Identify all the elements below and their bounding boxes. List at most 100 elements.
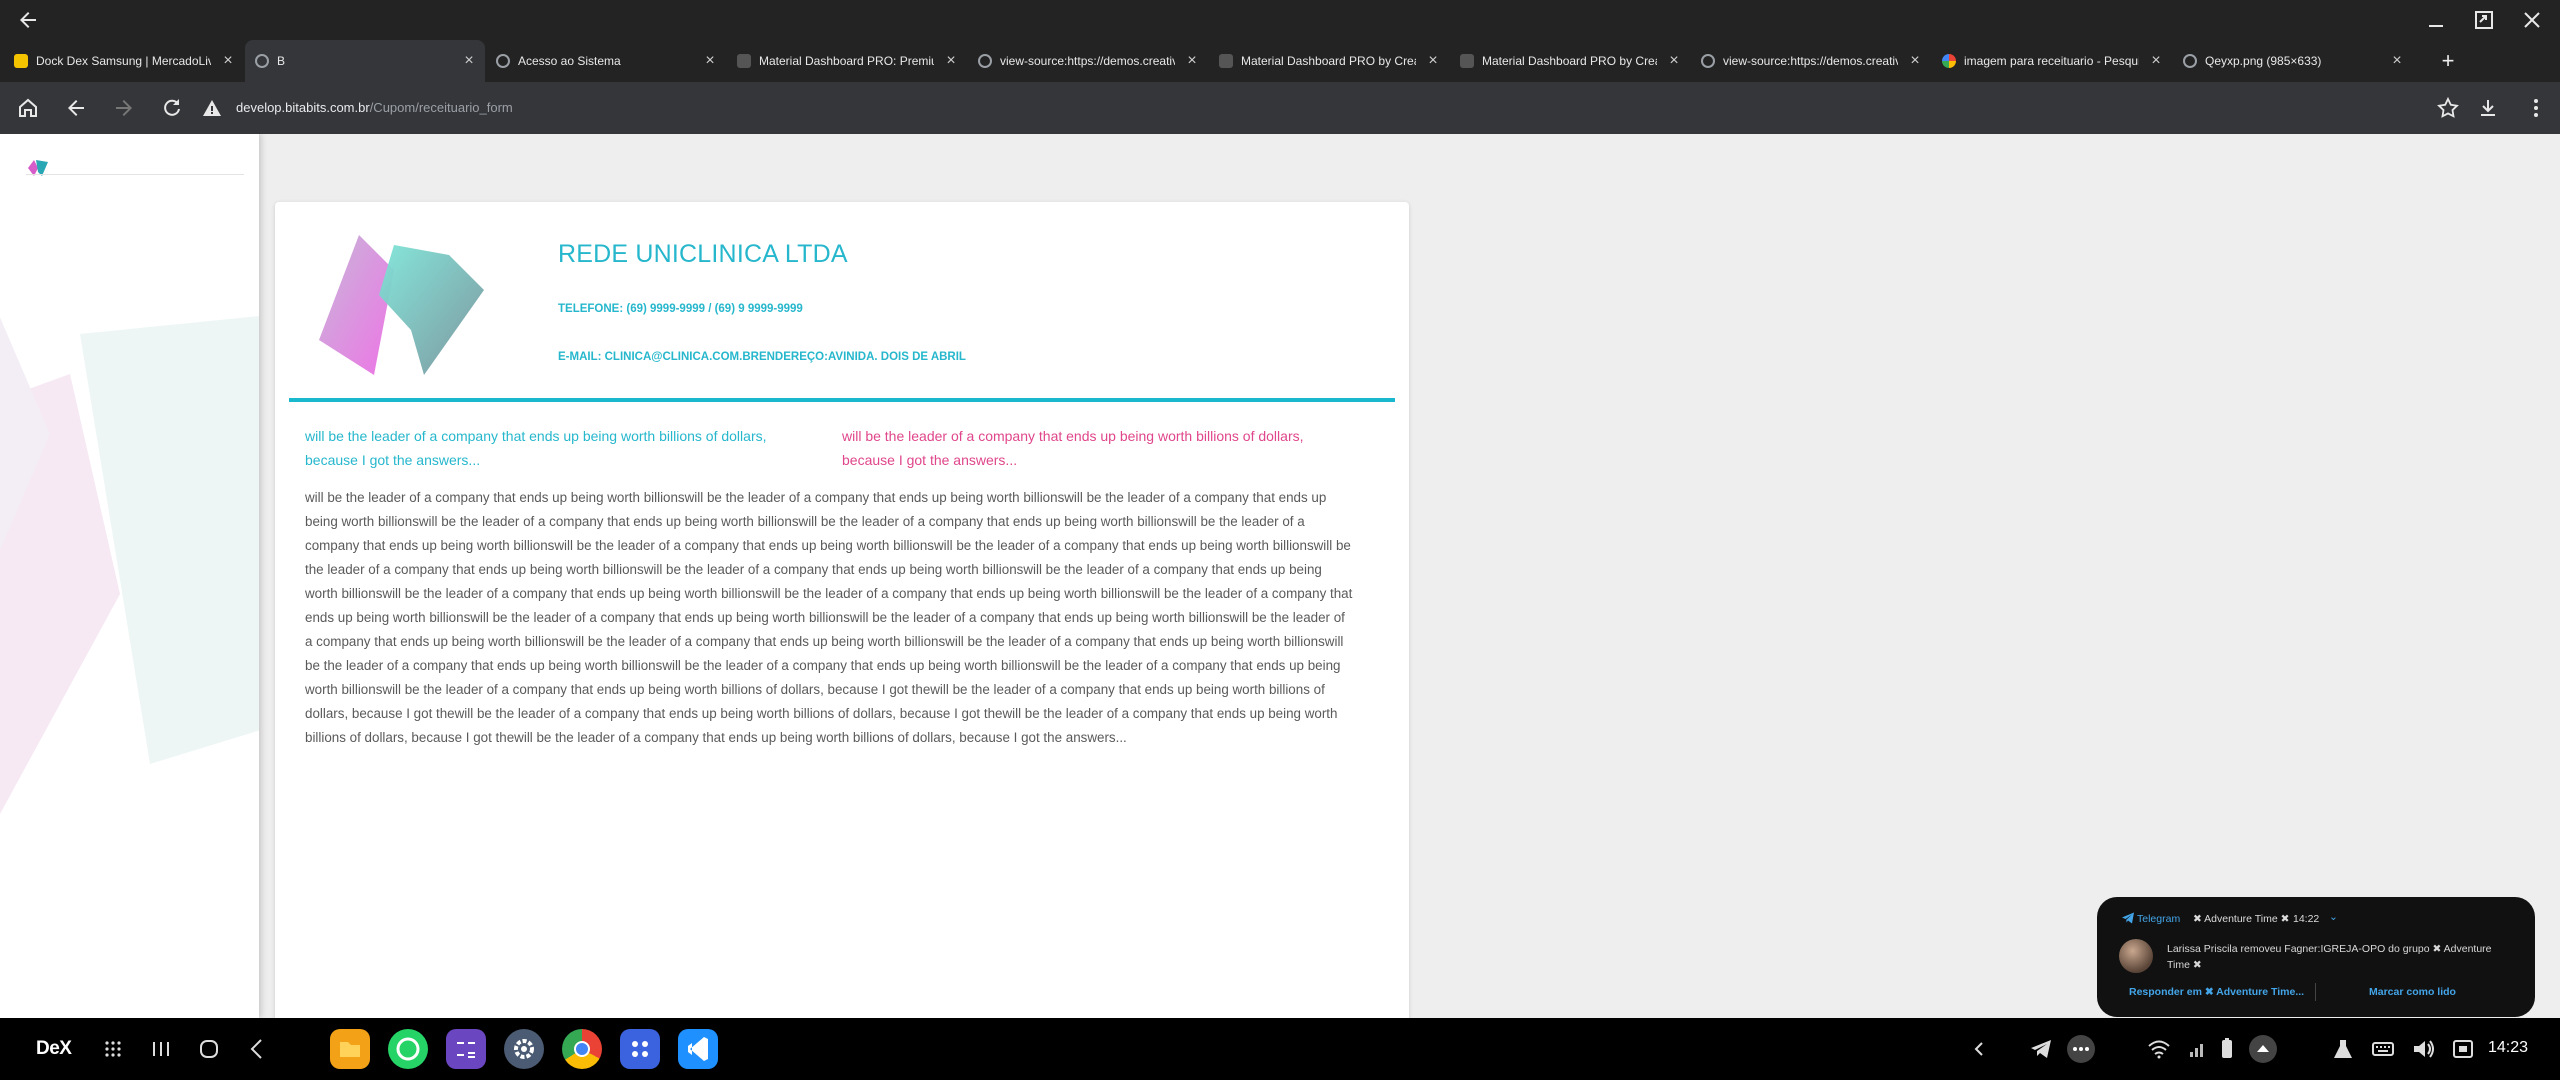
uniclinica-logo-icon[interactable] [26,158,50,178]
telegram-tray-icon[interactable] [2026,1034,2056,1064]
globe-icon [255,54,269,68]
url-host: develop.bitabits.com.br [236,100,370,115]
sidebar-divider [26,174,244,175]
apps-grid-icon[interactable] [98,1034,128,1064]
tab-title: view-source:https://demos.creative [1000,54,1175,68]
creative-tim-favicon-icon [1460,54,1474,68]
volume-icon[interactable] [2408,1034,2438,1064]
clock: 14:23 [2488,1039,2529,1056]
notification-message: Larissa Priscila removeu Fagner:IGREJA-O… [2167,943,2492,971]
globe-icon [978,54,992,68]
more-menu-icon[interactable] [2524,96,2548,120]
email-address-line: E-MAIL: CLINICA@CLINICA.COM.BRENDEREÇO:A… [558,351,966,363]
telegram-notification[interactable]: Telegram ✖ Adventure Time ✖ 14:22 ⌄ Lari… [2097,897,2535,1017]
mercadolivre-favicon-icon [14,54,28,68]
home-circle-icon[interactable] [194,1034,224,1064]
tab-title: Dock Dex Samsung | MercadoLivre [36,54,211,68]
close-tab-icon[interactable]: × [1423,51,1443,71]
tab[interactable]: Material Dashboard PRO by Creative × [1209,40,1449,82]
tab-title: Material Dashboard PRO: Premium [759,54,934,68]
phone-line: TELEFONE: (69) 9999-9999 / (69) 9 9999-9… [558,303,803,315]
tab[interactable]: Qeyxp.png (985×633) × [2173,40,2413,82]
tab-title: Qeyxp.png (985×633) [2205,54,2322,68]
tab[interactable]: Acesso ao Sistema × [486,40,726,82]
globe-icon [2183,54,2197,68]
recent-apps-icon[interactable] [146,1034,176,1064]
close-tab-icon[interactable]: × [2387,51,2407,71]
notification-panel-icon[interactable] [2248,1034,2278,1064]
web-page: REDE UNICLINICA LTDA TELEFONE: (69) 9999… [0,134,2560,1018]
bixby-app-icon[interactable] [620,1029,660,1069]
dex-taskbar: DeX 14:23 [0,1018,2560,1080]
whatsapp-app-icon[interactable] [388,1029,428,1069]
close-tab-icon[interactable]: × [700,51,720,71]
chevron-left-icon[interactable] [1964,1034,1994,1064]
tab[interactable]: Material Dashboard PRO by Creative × [1450,40,1690,82]
lab-flask-icon[interactable] [2328,1034,2358,1064]
reload-icon[interactable] [160,96,184,120]
telegram-icon [2122,912,2134,924]
reply-button[interactable]: Responder em ✖ Adventure Time... [2129,986,2304,998]
sidebar [0,134,259,1018]
tab[interactable]: view-source:https://demos.creative × [968,40,1208,82]
star-icon[interactable] [2436,96,2460,120]
warning-icon[interactable] [200,96,224,120]
tab-title: B [277,54,286,68]
tab-active[interactable]: B × [245,40,485,82]
header-divider [289,398,1395,402]
tab[interactable]: imagem para receituario - Pesquisa × [1932,40,2172,82]
download-icon[interactable] [2476,96,2500,120]
google-icon [1942,54,1956,68]
chrome-app-icon[interactable] [562,1029,602,1069]
prescription-body: will be the leader of a company that end… [305,490,1353,745]
sidebar-background-graphic [0,316,259,814]
battery-icon [2222,1038,2232,1058]
restore-icon[interactable] [2472,8,2496,32]
forward-icon[interactable] [112,96,136,120]
calculator-app-icon[interactable] [446,1029,486,1069]
my-files-app-icon[interactable] [330,1029,370,1069]
mark-as-read-button[interactable]: Marcar como lido [2369,986,2456,998]
address-bar[interactable]: develop.bitabits.com.br/Cupom/receituari… [236,96,513,120]
uniclinica-logo [319,235,484,375]
tab[interactable]: Material Dashboard PRO: Premium × [727,40,967,82]
settings-gear-icon[interactable] [504,1029,544,1069]
close-tab-icon[interactable]: × [218,51,238,71]
window-titlebar [0,0,2560,40]
tab[interactable]: Dock Dex Samsung | MercadoLivre × [4,40,244,82]
vscode-app-icon[interactable] [678,1029,718,1069]
keyboard-icon[interactable] [2368,1034,2398,1064]
notification-time: 14:22 [2293,913,2320,925]
close-window-icon[interactable] [2520,8,2544,32]
url-path: /Cupom/receituario_form [369,100,513,115]
tab-title: Acesso ao Sistema [518,54,621,68]
back-icon[interactable] [64,96,88,120]
expand-chevron-icon[interactable]: ⌄ [2329,911,2338,923]
minimize-icon[interactable] [2424,8,2448,32]
nav-back-icon[interactable] [242,1034,272,1064]
screen-capture-icon[interactable] [2448,1034,2478,1064]
left-column-text: will be the leader of a company that end… [305,428,767,468]
action-separator [2315,983,2316,1001]
browser-toolbar: develop.bitabits.com.br/Cupom/receituari… [0,82,2560,134]
close-tab-icon[interactable]: × [1182,51,1202,71]
close-tab-icon[interactable]: × [459,51,479,71]
close-tab-icon[interactable]: × [1905,51,1925,71]
globe-icon [496,54,510,68]
wifi-icon[interactable] [2144,1034,2174,1064]
tab-title: Material Dashboard PRO by Creative [1482,54,1657,68]
prescription-card: REDE UNICLINICA LTDA TELEFONE: (69) 9999… [275,202,1409,1018]
tab-title: Material Dashboard PRO by Creative [1241,54,1416,68]
close-tab-icon[interactable]: × [2146,51,2166,71]
new-tab-button[interactable]: + [2434,50,2462,74]
more-apps-icon[interactable] [2066,1034,2096,1064]
close-tab-icon[interactable]: × [941,51,961,71]
notification-group: ✖ Adventure Time ✖ [2193,913,2290,925]
home-icon[interactable] [16,96,40,120]
creative-tim-favicon-icon [737,54,751,68]
tab[interactable]: view-source:https://demos.creative × [1691,40,1931,82]
back-arrow-icon[interactable] [16,8,40,32]
dex-logo[interactable]: DeX [36,1038,72,1060]
tab-title: view-source:https://demos.creative [1723,54,1898,68]
close-tab-icon[interactable]: × [1664,51,1684,71]
